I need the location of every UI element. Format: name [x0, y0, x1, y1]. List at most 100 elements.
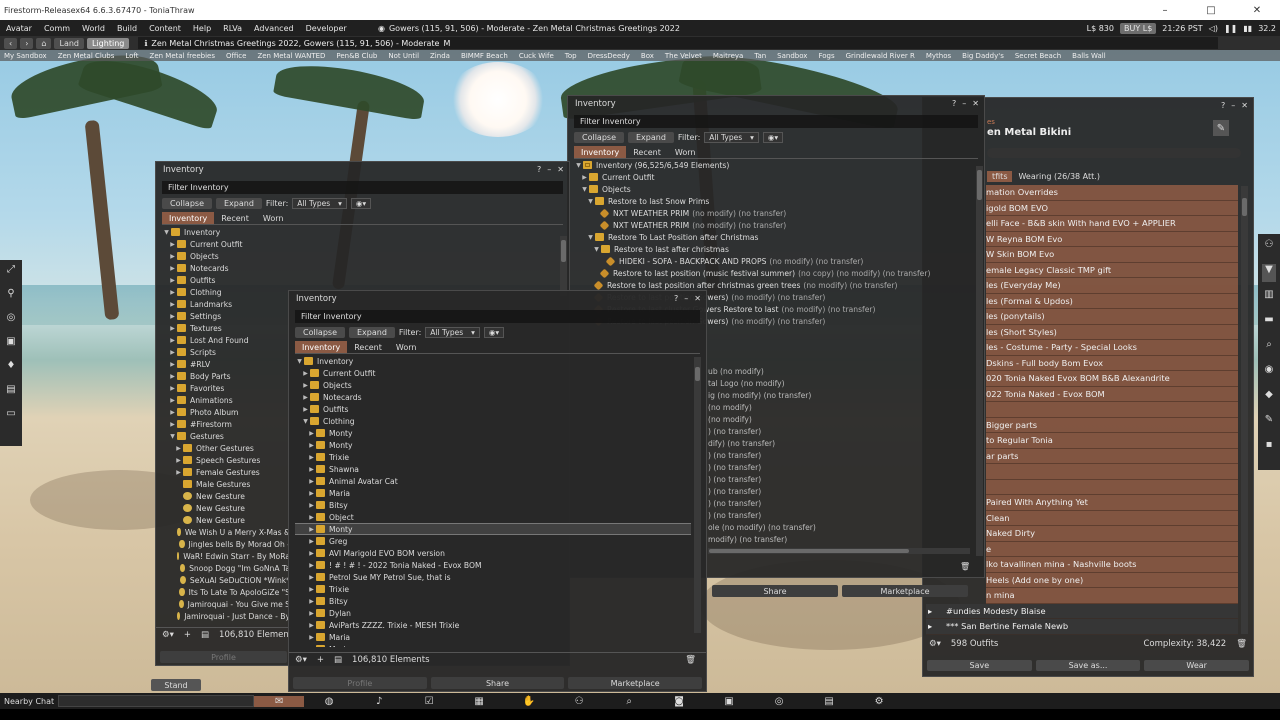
tree-item-partial[interactable]: ) (no transfer) — [708, 425, 978, 437]
collapsed-arrow-icon[interactable]: ▶ — [307, 634, 316, 641]
tree-item[interactable]: ▶ Animal Avatar Cat — [295, 475, 691, 487]
outfit-item[interactable]: W Reyna BOM Evo — [986, 231, 1238, 247]
collapsed-arrow-icon[interactable]: ▶ — [168, 241, 177, 248]
tree-item[interactable]: ▶ Objects — [295, 379, 691, 391]
tree-item[interactable]: Jamiroquai - You Give me S — [162, 598, 290, 610]
minimize-icon[interactable]: – — [684, 294, 688, 303]
tree-item-partial[interactable]: ) (no transfer) — [708, 461, 978, 473]
inventory-scrollbar[interactable] — [694, 357, 701, 633]
tree-item[interactable]: ▶ AVI Marigold EVO BOM version — [295, 547, 691, 559]
region-info[interactable]: Gowers (115, 91, 506) - Moderate - Zen M… — [389, 24, 680, 33]
tree-item[interactable]: ▶ Favorites — [162, 382, 290, 394]
collapsed-arrow-icon[interactable]: ▶ — [168, 253, 177, 260]
favorite-item[interactable]: Cuck Wife — [515, 52, 561, 60]
tree-item-partial[interactable]: ) (no transfer) — [708, 485, 978, 497]
collapsed-arrow-icon[interactable]: ▶ — [301, 406, 310, 413]
collapsed-arrow-icon[interactable]: ▶ — [307, 622, 316, 629]
gear-icon[interactable]: ⚙▾ — [295, 655, 307, 665]
collapsed-arrow-icon[interactable]: ▶ — [307, 526, 316, 533]
menu-advanced[interactable]: Advanced — [248, 24, 300, 33]
trash-icon[interactable]: 🗑 — [685, 655, 696, 665]
favorite-item[interactable]: Big Daddy's — [958, 52, 1011, 60]
favorite-item[interactable]: Zen Metal Clubs — [54, 52, 122, 60]
expand-button[interactable]: Expand — [628, 131, 674, 143]
close-icon[interactable]: ✕ — [972, 99, 979, 108]
tree-item[interactable]: ▶ Textures — [162, 322, 290, 334]
menu-build[interactable]: Build — [111, 24, 143, 33]
minimap-icon[interactable]: ▪ — [1262, 439, 1276, 457]
collapsed-arrow-icon[interactable]: ▶ — [168, 265, 177, 272]
profile-button[interactable]: Profile — [160, 651, 287, 663]
chat-input[interactable] — [58, 695, 255, 707]
tree-item[interactable]: ▶ #RLV — [162, 358, 290, 370]
camera-icon[interactable]: ▣ — [4, 336, 18, 352]
save-outfit-button[interactable]: Save — [927, 660, 1032, 671]
expanded-arrow-icon[interactable]: ▼ — [586, 198, 595, 205]
expanded-arrow-icon[interactable]: ▼ — [168, 433, 177, 440]
tree-item-partial[interactable]: ) (no transfer) — [708, 473, 978, 485]
minimize-icon[interactable]: – — [547, 165, 551, 174]
move-icon[interactable]: ⤢ — [4, 264, 18, 280]
tree-item-partial[interactable]: ) (no transfer) — [708, 449, 978, 461]
tree-root[interactable]: ▼ Inventory (96,525/6,549 Elements) — [574, 159, 974, 171]
map-icon[interactable]: ◎ — [754, 696, 804, 707]
collapsed-arrow-icon[interactable]: ▶ — [168, 349, 177, 356]
collapsed-arrow-icon[interactable]: ▶ — [168, 361, 177, 368]
collapsed-arrow-icon[interactable]: ▶ — [307, 454, 316, 461]
tree-item[interactable]: ▶ Maria — [295, 643, 691, 647]
tree-item[interactable]: ▶ Outfits — [295, 403, 691, 415]
tree-item[interactable]: ▶ Body Parts — [162, 370, 290, 382]
collapsed-arrow-icon[interactable]: ▶ — [168, 325, 177, 332]
tree-item[interactable]: ▶ #Firestorm — [162, 418, 290, 430]
tree-item[interactable]: ▶ Settings — [162, 310, 290, 322]
menu-developer[interactable]: Developer — [300, 24, 353, 33]
collapsed-arrow-icon[interactable]: ▶ — [174, 457, 183, 464]
menu-world[interactable]: World — [76, 24, 111, 33]
tree-item[interactable]: ▶ Objects — [162, 250, 290, 262]
expand-button[interactable]: Expand — [349, 326, 395, 338]
favorite-item[interactable]: DressDeedy — [584, 52, 637, 60]
location-input[interactable]: ℹ Zen Metal Christmas Greetings 2022, Go… — [138, 37, 1219, 49]
view-options-dropdown[interactable]: ◉▾ — [762, 131, 784, 143]
outfit-item[interactable]: Clean — [986, 510, 1238, 526]
collapsed-arrow-icon[interactable]: ▶ — [307, 442, 316, 449]
tree-item[interactable]: Restore to last position (music festival… — [574, 267, 974, 279]
favorite-item[interactable]: Maitreya — [709, 52, 750, 60]
minimize-icon[interactable]: – — [962, 99, 966, 108]
marketplace-button[interactable]: Marketplace — [568, 677, 703, 689]
stand-button[interactable]: Stand — [151, 679, 201, 691]
expanded-arrow-icon[interactable]: ▼ — [580, 186, 589, 193]
tree-item[interactable]: Male Gestures — [162, 478, 290, 490]
expanded-arrow-icon[interactable]: ▼ — [586, 234, 595, 241]
tree-item[interactable]: ▼ Inventory — [295, 355, 691, 367]
tree-item[interactable]: ▶ Female Gestures — [162, 466, 290, 478]
tree-item[interactable]: ▶ Trixie — [295, 583, 691, 595]
minimize-button[interactable]: – — [1142, 0, 1188, 20]
collapse-button[interactable]: Collapse — [295, 326, 345, 338]
tree-item[interactable]: ▶ Clothing — [162, 286, 290, 298]
filter-inventory-input[interactable]: Filter Inventory — [162, 181, 563, 194]
fps-display[interactable]: 32.2 — [1258, 24, 1276, 33]
favorite-item[interactable]: Zinda — [426, 52, 457, 60]
outfit-item[interactable] — [986, 464, 1238, 480]
microphone-icon[interactable]: ♪ — [354, 696, 404, 707]
filter-type-dropdown[interactable]: All Types ▾ — [292, 197, 347, 209]
close-window-button[interactable]: ✕ — [1234, 0, 1280, 20]
favorite-item[interactable]: Tan — [750, 52, 773, 60]
collapsed-arrow-icon[interactable]: ▶ — [168, 397, 177, 404]
add-icon[interactable]: + — [317, 655, 324, 665]
filter-type-dropdown[interactable]: All Types ▾ — [425, 326, 480, 338]
favorite-item[interactable]: Box — [637, 52, 661, 60]
favorite-item[interactable]: Mythos — [922, 52, 958, 60]
favorite-item[interactable]: Secret Beach — [1011, 52, 1068, 60]
tree-item[interactable]: ▶ Monty — [295, 439, 691, 451]
filter-inventory-input[interactable]: Filter Inventory — [574, 115, 978, 128]
checkbox-icon[interactable]: ☑ — [404, 696, 454, 707]
tree-item[interactable]: ▶ Greg — [295, 535, 691, 547]
outfit-item[interactable]: Bigger parts — [986, 417, 1238, 433]
collapsed-arrow-icon[interactable]: ▶ — [174, 469, 183, 476]
collapse-button[interactable]: Collapse — [574, 131, 624, 143]
search-icon[interactable]: ⌕ — [1262, 339, 1276, 357]
collapsed-arrow-icon[interactable]: ▶ — [307, 502, 316, 509]
folder-view-icon[interactable]: ▤ — [334, 655, 342, 665]
